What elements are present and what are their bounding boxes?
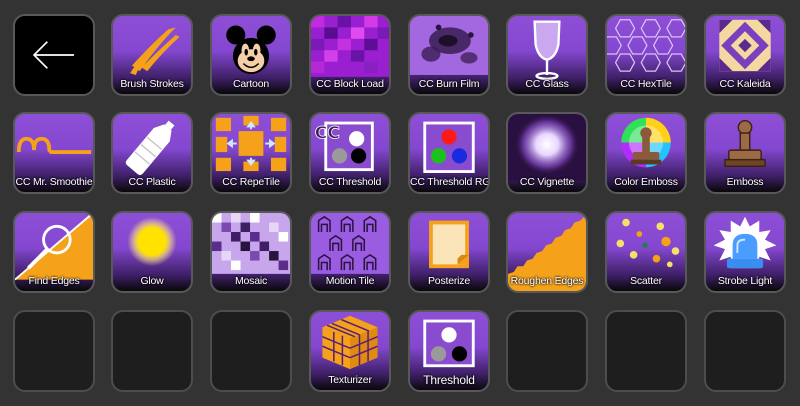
key-label: Emboss [726, 176, 764, 188]
effect-key-threshold[interactable]: Threshold [408, 310, 490, 392]
key-label: CC HexTile [620, 78, 672, 90]
key-label: Glow [140, 275, 164, 287]
key-label: Roughen Edges [510, 275, 584, 287]
empty-key[interactable] [111, 310, 193, 392]
key-label: CC Plastic [128, 176, 176, 188]
effect-key-cc-threshold-rgb[interactable]: CC Threshold RGB [408, 112, 490, 194]
effect-key-cc-plastic[interactable]: CC Plastic [111, 112, 193, 194]
key-label: CC Threshold RGB [410, 176, 490, 188]
effect-key-cc-hextile[interactable]: CC HexTile [605, 14, 687, 96]
stream-deck-grid: Brush Strokes Cartoon CC Block Load CC B… [0, 0, 800, 406]
key-label: Texturizer [328, 374, 372, 386]
effect-key-cc-burn-film[interactable]: CC Burn Film [408, 14, 490, 96]
effect-key-cartoon[interactable]: Cartoon [210, 14, 292, 96]
back-button[interactable] [13, 14, 95, 96]
empty-key[interactable] [210, 310, 292, 392]
key-label: Threshold [423, 373, 475, 387]
effect-key-roughen-edges[interactable]: Roughen Edges [506, 211, 588, 293]
effect-key-cc-kaleida[interactable]: CC Kaleida [704, 14, 786, 96]
effect-key-strobe-light[interactable]: Strobe Light [704, 211, 786, 293]
key-label: Scatter [630, 275, 662, 287]
effect-key-cc-repetile[interactable]: CC RepeTile [210, 112, 292, 194]
key-label: CC Vignette [519, 176, 575, 188]
key-label: Find Edges [28, 275, 80, 287]
key-label: CC Kaleida [719, 78, 771, 90]
effect-key-cc-block-load[interactable]: CC Block Load [309, 14, 391, 96]
effect-key-emboss[interactable]: Emboss [704, 112, 786, 194]
key-label: Cartoon [233, 78, 269, 90]
key-label: Strobe Light [717, 275, 773, 287]
empty-key[interactable] [13, 310, 95, 392]
key-label: CC RepeTile [222, 176, 280, 188]
arrow-left-icon [32, 41, 74, 69]
key-label: Motion Tile [325, 275, 375, 287]
key-label: CC Glass [525, 78, 569, 90]
key-label: CC Threshold [318, 176, 382, 188]
effect-key-find-edges[interactable]: Find Edges [13, 211, 95, 293]
empty-key[interactable] [506, 310, 588, 392]
empty-key[interactable] [704, 310, 786, 392]
effect-key-cc-threshold[interactable]: CC CC Threshold [309, 112, 391, 194]
effect-key-posterize[interactable]: Posterize [408, 211, 490, 293]
effect-key-cc-glass[interactable]: CC Glass [506, 14, 588, 96]
empty-key[interactable] [605, 310, 687, 392]
key-label: Brush Strokes [120, 78, 184, 90]
effect-key-texturizer[interactable]: Texturizer [309, 310, 391, 392]
effect-key-mosaic[interactable]: Mosaic [210, 211, 292, 293]
key-label: Mosaic [234, 275, 268, 287]
effect-key-color-emboss[interactable]: Color Emboss [605, 112, 687, 194]
key-label: CC Block Load [316, 78, 384, 90]
effect-key-glow[interactable]: Glow [111, 211, 193, 293]
key-label: Posterize [428, 275, 470, 287]
effect-key-brush-strokes[interactable]: Brush Strokes [111, 14, 193, 96]
key-label: CC Mr. Smoothie [15, 176, 93, 188]
effect-key-motion-tile[interactable]: Motion Tile [309, 211, 391, 293]
key-label: CC Burn Film [418, 78, 480, 90]
effect-key-scatter[interactable]: Scatter [605, 211, 687, 293]
key-label: Color Emboss [614, 176, 678, 188]
svg-text:CC: CC [315, 124, 340, 144]
effect-key-cc-mr-smoothie[interactable]: CC Mr. Smoothie [13, 112, 95, 194]
effect-key-cc-vignette[interactable]: CC Vignette [506, 112, 588, 194]
